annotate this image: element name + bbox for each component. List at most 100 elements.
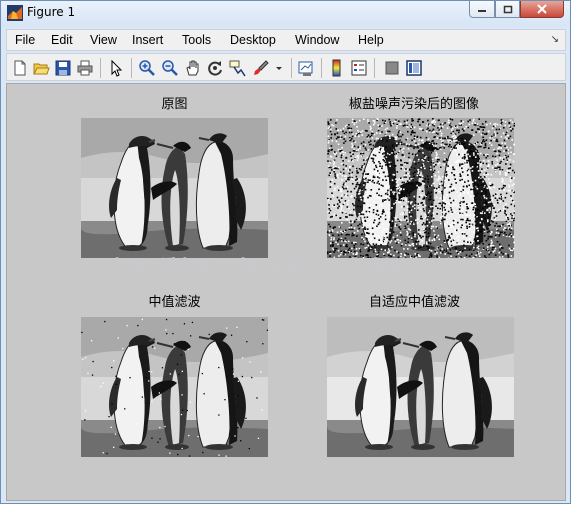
close-button[interactable] [520, 1, 564, 18]
noise-pixel [421, 180, 424, 182]
legend-icon[interactable] [350, 59, 368, 77]
brush-dropdown-icon[interactable] [274, 59, 284, 77]
noise-pixel [430, 227, 433, 230]
noise-pixel [419, 208, 422, 210]
data-cursor-icon[interactable] [228, 59, 246, 77]
noise-pixel [414, 198, 417, 201]
noise-pixel [507, 155, 509, 158]
noise-pixel [459, 179, 461, 182]
title-bar[interactable]: Figure 1 [1, 1, 570, 27]
print-icon[interactable] [76, 59, 94, 77]
link-plot-icon[interactable] [297, 59, 315, 77]
noise-pixel [344, 240, 346, 242]
close-icon [537, 4, 547, 14]
menu-view[interactable]: View [90, 33, 117, 47]
pointer-icon[interactable] [107, 59, 125, 77]
maximize-button[interactable] [495, 1, 520, 18]
brush-icon[interactable] [252, 59, 270, 77]
noise-pixel [382, 146, 385, 149]
menu-dock-arrow-icon[interactable]: ↘ [551, 34, 559, 45]
hide-plot-tools-icon[interactable] [383, 59, 401, 77]
noise-pixel [477, 245, 480, 248]
noise-pixel [330, 236, 333, 239]
menu-help[interactable]: Help [358, 33, 384, 47]
noise-pixel [494, 167, 496, 169]
noise-pixel [458, 208, 461, 210]
minimize-button[interactable] [469, 1, 495, 18]
noise-pixel [392, 236, 395, 239]
zoom-out-icon[interactable] [161, 59, 179, 77]
noise-pixel [385, 179, 388, 181]
new-figure-icon[interactable] [11, 59, 29, 77]
noise-pixel [439, 202, 442, 205]
image-median[interactable] [81, 317, 268, 457]
pan-icon[interactable] [184, 59, 202, 77]
open-file-icon[interactable] [32, 59, 50, 77]
noise-pixel [440, 252, 442, 254]
noise-pixel [504, 124, 506, 127]
noise-pixel [423, 142, 426, 145]
noise-pixel [351, 144, 354, 147]
noise-pixel [329, 209, 332, 212]
noise-pixel [432, 171, 435, 173]
noise-pixel [462, 143, 464, 146]
noise-pixel [397, 131, 400, 134]
noise-pixel [464, 247, 466, 250]
noise-pixel [84, 410, 87, 412]
matlab-logo-icon [7, 5, 23, 21]
image-noisy[interactable] [326, 118, 515, 258]
noise-pixel [429, 210, 431, 212]
noise-pixel [141, 396, 143, 398]
noise-pixel [410, 201, 412, 204]
image-adaptive[interactable] [326, 317, 515, 457]
image-original[interactable] [81, 118, 268, 258]
noise-pixel [489, 181, 491, 184]
plot-area[interactable]: 原图 椒盐噪声污染后的图像 中值滤波 自适应中值滤波 http://blog.c… [6, 83, 566, 501]
noise-pixel [328, 223, 330, 226]
noise-pixel [388, 199, 390, 201]
noise-pixel [331, 192, 333, 194]
noise-pixel [461, 209, 463, 212]
noise-pixel [490, 230, 493, 233]
noise-pixel [376, 192, 378, 195]
noise-pixel [332, 125, 335, 127]
show-plot-tools-icon[interactable] [405, 59, 423, 77]
noise-pixel [350, 195, 353, 197]
noise-pixel [471, 202, 474, 204]
zoom-in-icon[interactable] [138, 59, 156, 77]
menu-desktop[interactable]: Desktop [230, 33, 276, 47]
colorbar-icon[interactable] [328, 59, 346, 77]
rotate-icon[interactable] [206, 59, 224, 77]
noise-pixel [493, 149, 495, 151]
noise-pixel [448, 191, 451, 194]
noise-pixel [429, 129, 431, 132]
noise-pixel [416, 209, 419, 211]
noise-pixel [387, 175, 389, 177]
noise-pixel [482, 247, 485, 250]
menu-edit[interactable]: Edit [51, 33, 73, 47]
noise-pixel [481, 191, 483, 194]
save-icon[interactable] [54, 59, 72, 77]
noise-pixel [489, 233, 492, 235]
noise-pixel [462, 120, 464, 123]
noise-pixel [348, 124, 350, 126]
noise-pixel [449, 224, 451, 226]
noise-pixel [343, 244, 345, 246]
noise-pixel [421, 159, 423, 161]
noise-pixel [248, 448, 250, 450]
noise-pixel [406, 190, 408, 192]
noise-pixel [468, 255, 471, 257]
menu-tools[interactable]: Tools [182, 33, 211, 47]
noise-pixel [354, 211, 356, 214]
noise-pixel [479, 221, 482, 224]
menu-insert[interactable]: Insert [132, 33, 163, 47]
menu-window[interactable]: Window [295, 33, 339, 47]
noise-pixel [439, 130, 442, 132]
noise-pixel [394, 165, 396, 167]
noise-pixel [355, 167, 358, 170]
noise-pixel [412, 234, 415, 236]
menu-file[interactable]: File [15, 33, 35, 47]
noise-pixel [386, 193, 389, 196]
noise-pixel [406, 125, 408, 128]
noise-pixel [352, 149, 355, 152]
